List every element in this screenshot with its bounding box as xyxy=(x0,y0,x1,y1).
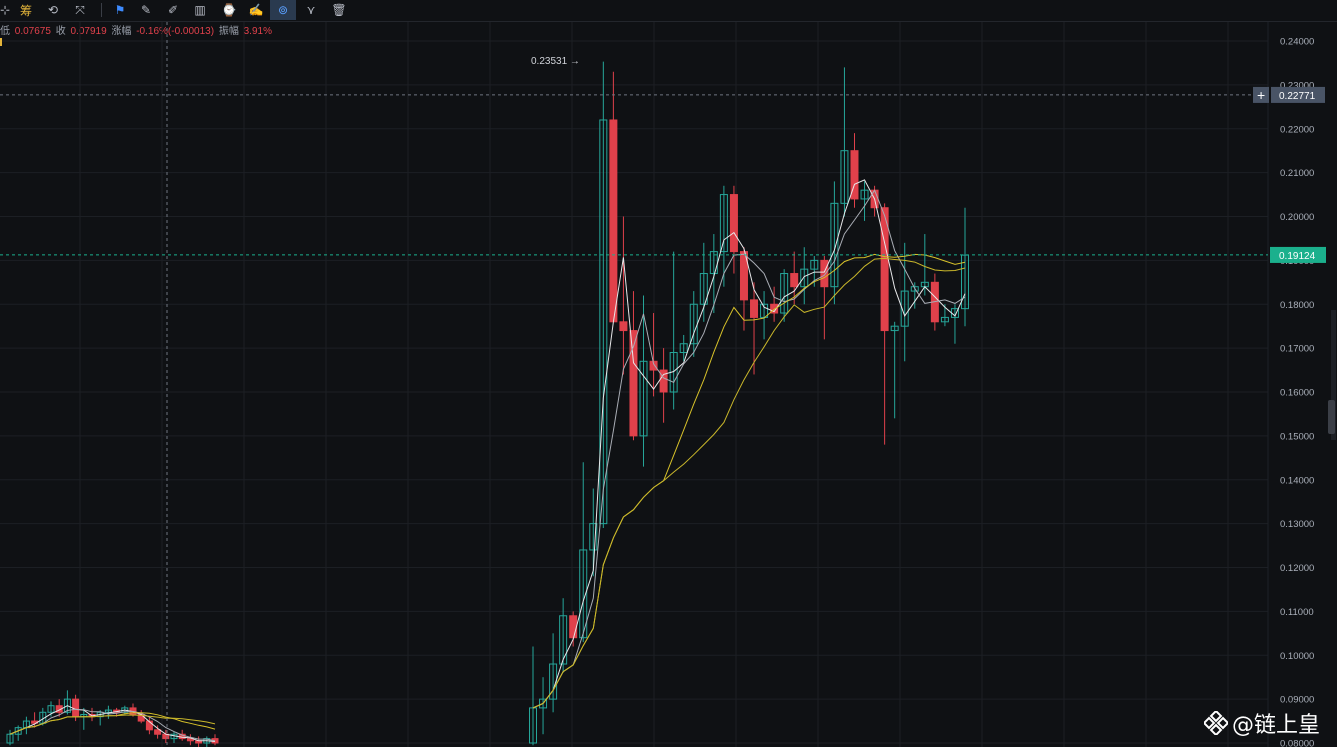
candle-body xyxy=(750,299,759,318)
plus-icon: + xyxy=(1257,87,1265,103)
high-annotation: 0.23531 → xyxy=(531,56,580,67)
y-tick-label: 0.14000 xyxy=(1280,475,1314,486)
candle-body xyxy=(569,615,578,639)
candle-body xyxy=(72,698,80,718)
candle-body xyxy=(609,119,618,323)
watermark: @链上皇 xyxy=(1204,706,1320,740)
ma-legend-marker xyxy=(0,38,2,46)
y-tick-label: 0.10000 xyxy=(1280,651,1314,662)
y-tick-label: 0.11000 xyxy=(1280,607,1314,618)
candle-body xyxy=(619,321,628,332)
y-tick-label: 0.09000 xyxy=(1280,695,1314,706)
y-tick-label: 0.21000 xyxy=(1280,168,1314,179)
candle-body xyxy=(820,259,829,288)
last-price-text: 0.19124 xyxy=(1279,251,1316,262)
y-tick-label: 0.22000 xyxy=(1280,124,1314,135)
candlestick-chart[interactable]: 0.240000.230000.220000.210000.200000.190… xyxy=(0,0,1337,747)
candle-body xyxy=(729,194,738,253)
y-tick-label: 0.18000 xyxy=(1280,300,1314,311)
right-scroll-handle[interactable] xyxy=(1328,400,1335,434)
y-tick-label: 0.24000 xyxy=(1280,37,1314,48)
y-tick-label: 0.20000 xyxy=(1280,212,1314,223)
cursor-price-text: 0.22771 xyxy=(1279,91,1316,102)
y-tick-label: 0.17000 xyxy=(1280,344,1314,355)
candles-layer xyxy=(6,61,969,747)
price-axis: 0.240000.230000.220000.210000.200000.190… xyxy=(1267,22,1314,747)
y-tick-label: 0.15000 xyxy=(1280,431,1314,442)
y-tick-label: 0.16000 xyxy=(1280,388,1314,399)
watermark-text: @链上皇 xyxy=(1232,713,1321,738)
candle-body xyxy=(880,207,889,332)
candle-body xyxy=(790,273,799,288)
ma-line-grey xyxy=(9,708,216,742)
ma-line-yellow-slow xyxy=(9,714,216,735)
binance-logo-icon xyxy=(1204,711,1228,735)
y-tick-label: 0.13000 xyxy=(1280,519,1314,530)
y-tick-label: 0.12000 xyxy=(1280,563,1314,574)
